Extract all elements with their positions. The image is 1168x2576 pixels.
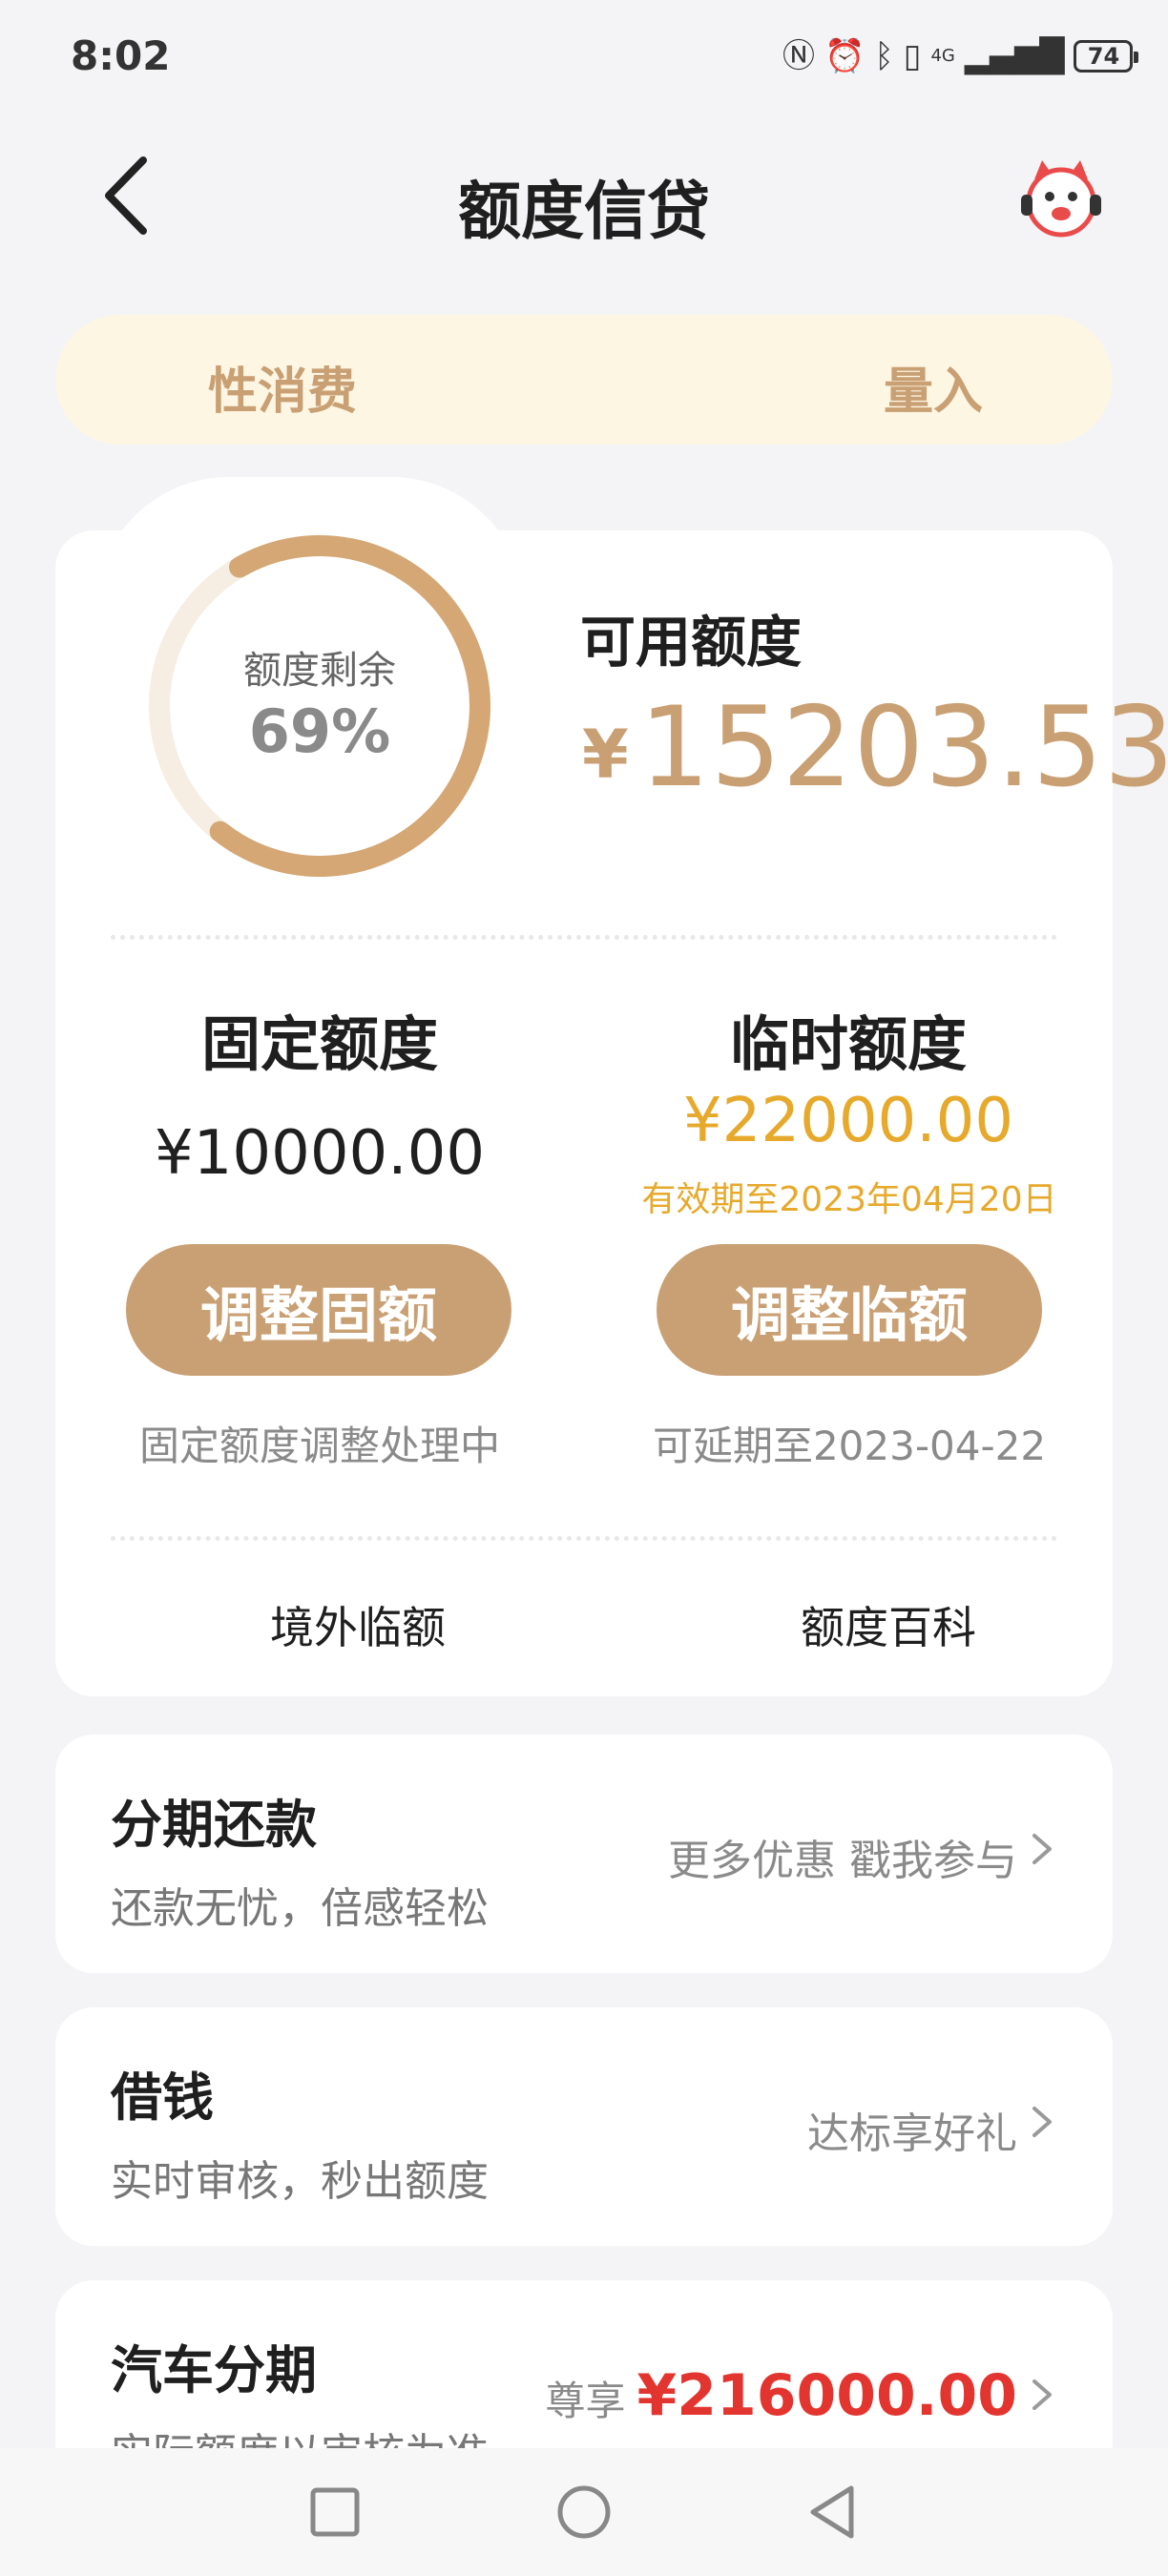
ring-label: 额度剩余	[243, 649, 396, 693]
available-credit-label: 可用额度	[580, 610, 803, 675]
temp-credit-label: 临时额度	[729, 1009, 967, 1079]
fixed-credit-status: 固定额度调整处理中	[138, 1423, 500, 1469]
bluetooth-icon: ᛒ	[874, 37, 894, 75]
promo-banner[interactable]: 性消费 量入	[55, 315, 1113, 445]
home-icon[interactable]	[549, 2477, 619, 2547]
network-label: 4G	[930, 46, 955, 66]
ring-percent: 69%	[248, 696, 391, 766]
adjust-temp-credit-button[interactable]: 调整临额	[657, 1244, 1042, 1376]
temp-credit-validity: 有效期至2023年04月20日	[641, 1180, 1057, 1219]
car-promo-label: 尊享	[545, 2378, 626, 2424]
car-installment-promo: 尊享 ¥216000.00	[545, 2362, 1017, 2429]
adjust-fixed-credit-button[interactable]: 调整固额	[126, 1244, 511, 1376]
status-icons: Ⓝ ⏰ ᛒ ▯ 4G ▂▄▆█ 74	[782, 34, 1139, 78]
borrow-subtitle: 实时审核，秒出额度	[111, 2157, 489, 2206]
back-nav-icon[interactable]	[798, 2477, 868, 2547]
fixed-credit-amount: ¥10000.00	[154, 1118, 486, 1189]
installment-repay-card[interactable]: 分期还款 还款无忧，倍感轻松 更多优惠 戳我参与	[55, 1735, 1113, 1973]
installment-subtitle: 还款无忧，倍感轻松	[111, 1884, 489, 1933]
fixed-credit-label: 固定额度	[200, 1009, 438, 1079]
borrow-title: 借钱	[111, 2067, 214, 2128]
temp-credit-amount: ¥22000.00	[682, 1086, 1014, 1156]
page-title: 额度信贷	[458, 175, 710, 248]
chevron-right-icon	[1032, 1834, 1052, 1864]
signal-icon: ▂▄▆█	[964, 37, 1065, 75]
borrow-card[interactable]: 借钱 实时审核，秒出额度 达标享好礼	[55, 2007, 1113, 2246]
overseas-temp-credit-link[interactable]: 境外临额	[172, 1593, 544, 1656]
installment-promo: 更多优惠 戳我参与	[668, 1837, 1017, 1885]
nfc-icon: Ⓝ	[782, 37, 815, 75]
temp-credit-extend-note: 可延期至2023-04-22	[652, 1423, 1047, 1469]
available-credit-amount: 15203.53	[639, 683, 1168, 812]
chevron-right-icon	[1032, 2107, 1052, 2137]
chevron-right-icon	[1032, 2379, 1052, 2410]
borrow-promo: 达标享好礼	[807, 2109, 1017, 2158]
banner-text-right: 量入	[884, 364, 984, 421]
installment-title: 分期还款	[111, 1795, 317, 1855]
car-installment-title: 汽车分期	[111, 2340, 317, 2400]
recent-apps-icon[interactable]	[300, 2477, 370, 2547]
banner-text-left: 性消费	[208, 364, 358, 421]
vibrate-icon: ▯	[903, 37, 922, 75]
battery-icon: 74	[1074, 40, 1139, 73]
divider	[111, 1536, 1057, 1541]
divider	[111, 935, 1057, 940]
car-promo-amount: ¥216000.00	[636, 2362, 1017, 2429]
currency-symbol: ¥	[582, 716, 629, 794]
alarm-icon: ⏰	[824, 37, 866, 75]
credit-wiki-link[interactable]: 额度百科	[702, 1593, 1074, 1656]
status-time: 8:02	[71, 32, 171, 79]
mascot-icon[interactable]	[1015, 153, 1107, 244]
